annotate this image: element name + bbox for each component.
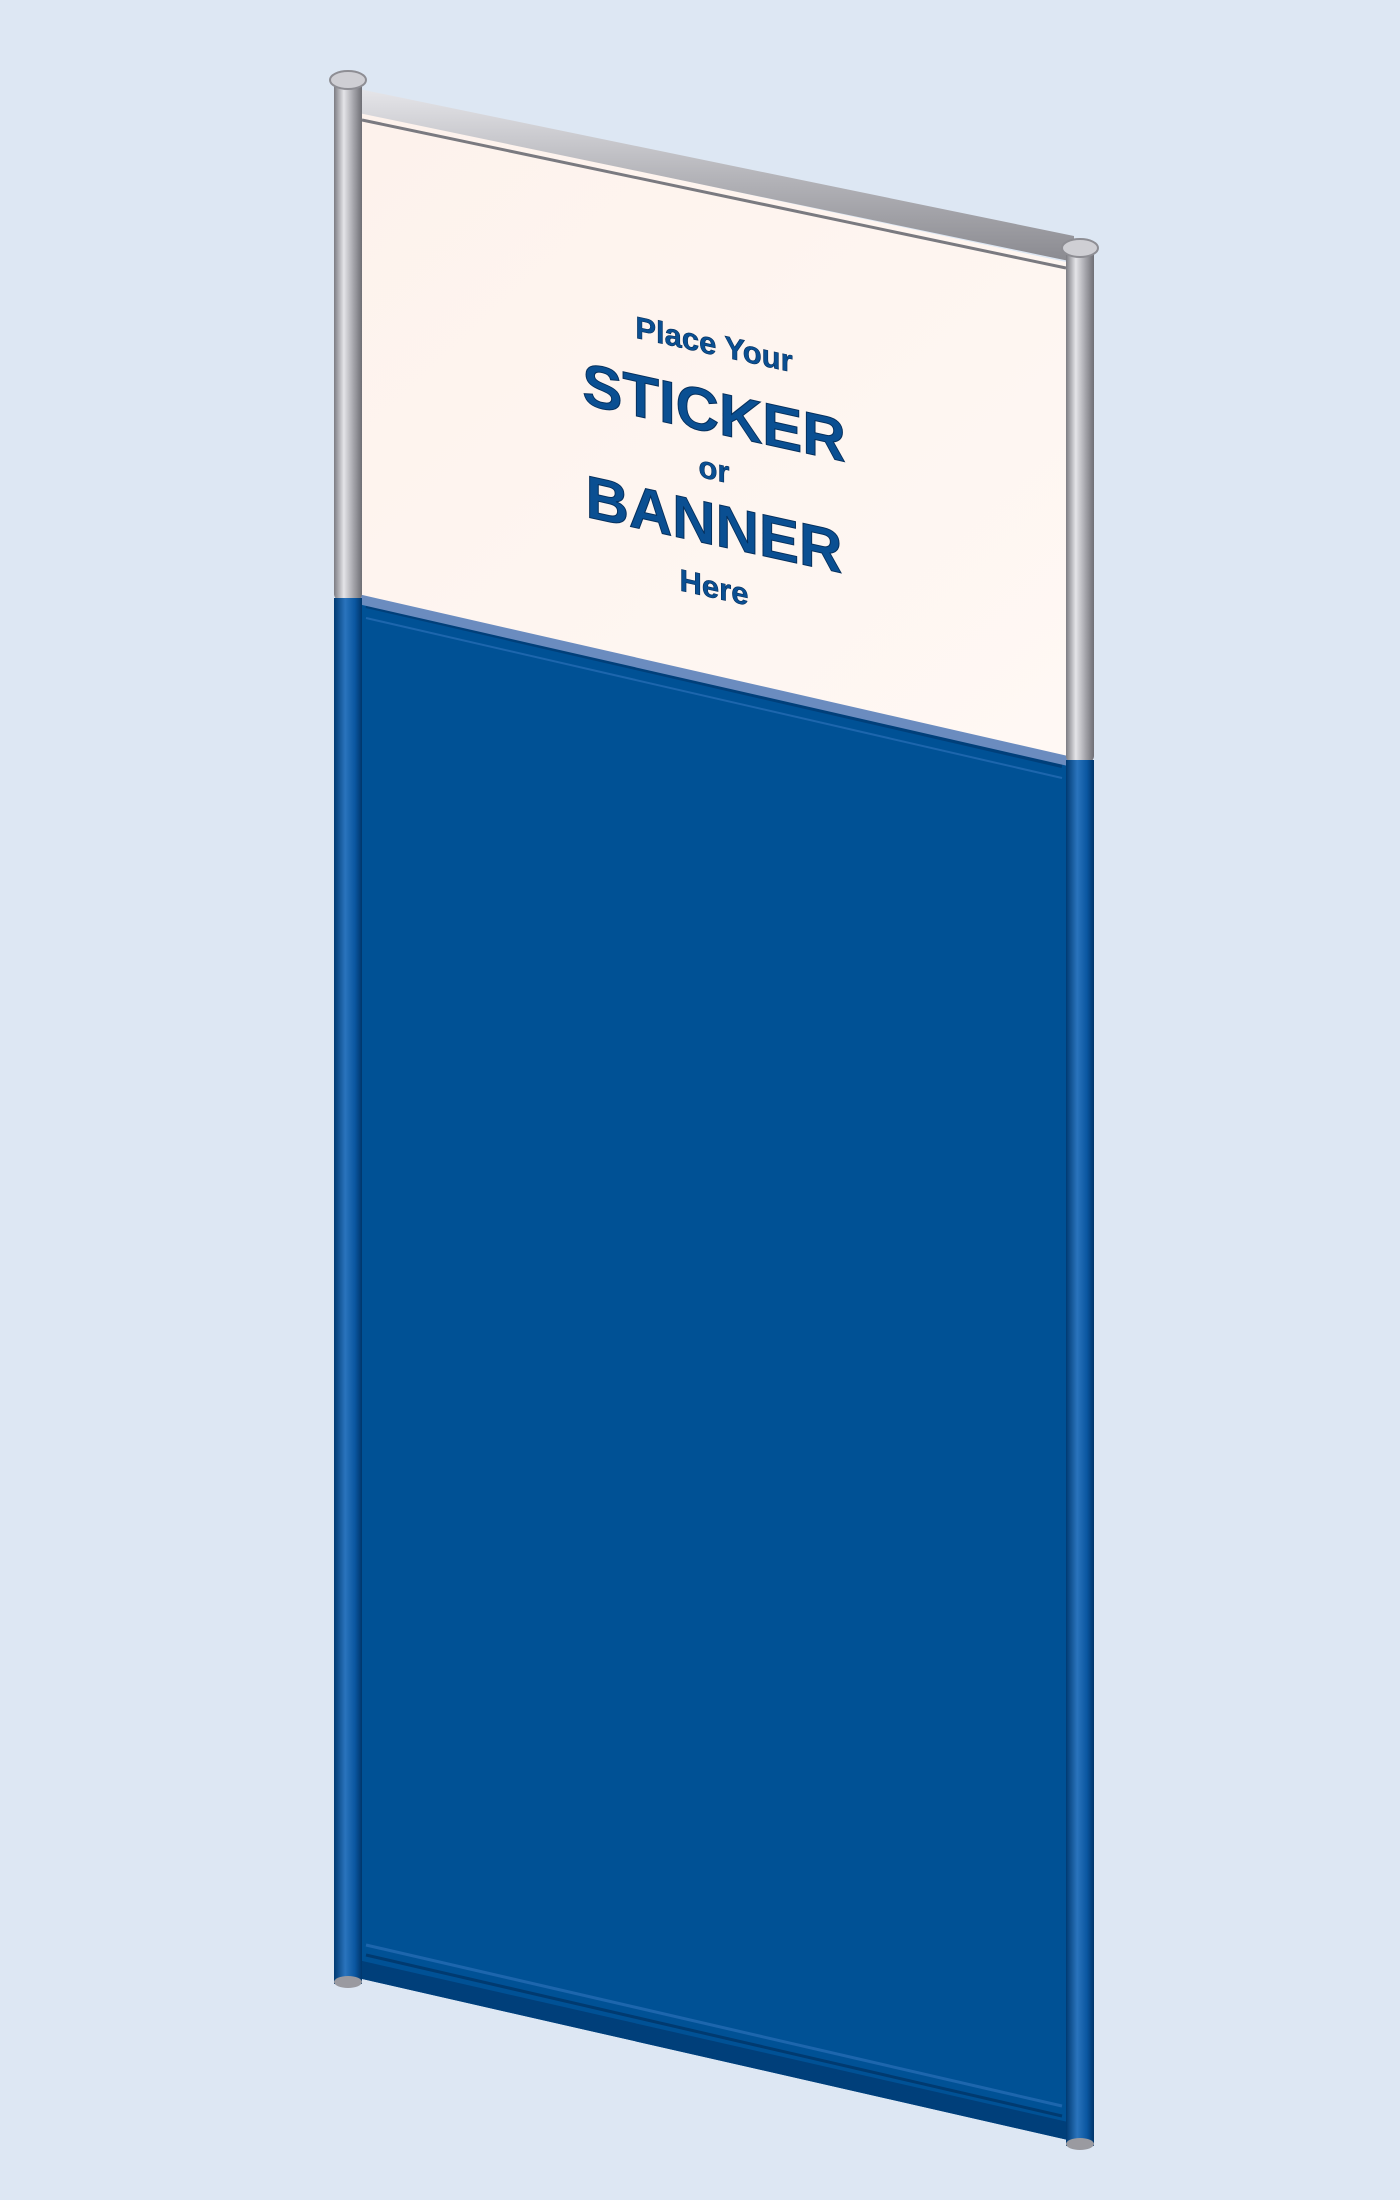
left-post-upper — [334, 76, 362, 600]
right-post-lower — [1066, 760, 1094, 2146]
left-post-lower — [334, 598, 362, 1984]
display-panel-scene: Place Your STICKER or BANNER Here — [329, 70, 1099, 2150]
left-post-cap — [329, 70, 367, 90]
right-post-foot — [1066, 2138, 1094, 2150]
right-post-upper — [1066, 244, 1094, 762]
blue-panel — [358, 598, 1068, 2140]
sign-line-or: or — [698, 449, 729, 490]
right-post-cap — [1061, 238, 1099, 258]
left-post-foot — [334, 1976, 362, 1988]
